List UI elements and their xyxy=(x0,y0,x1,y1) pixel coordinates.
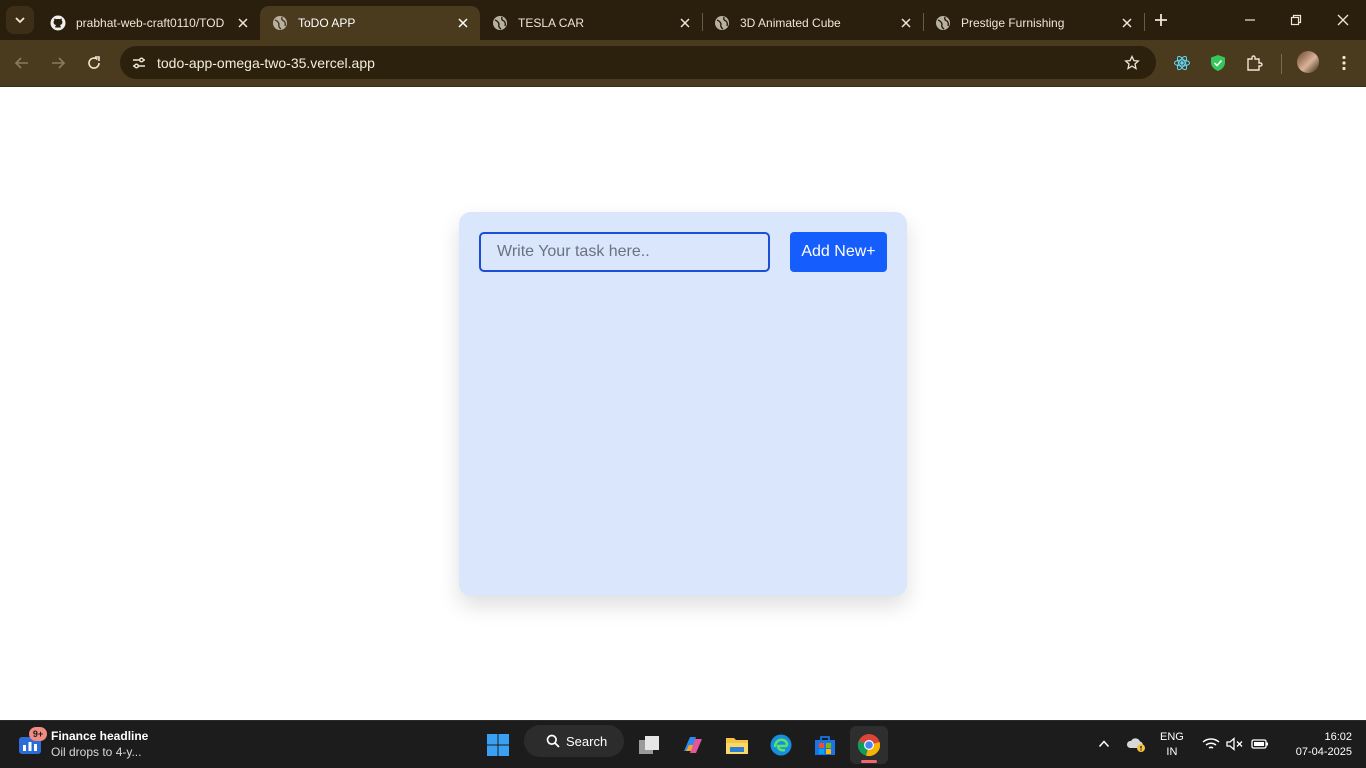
puzzle-icon xyxy=(1247,55,1263,71)
close-window-button[interactable] xyxy=(1331,8,1355,32)
start-button[interactable] xyxy=(479,726,517,764)
tab-tesla-car[interactable]: TESLA CAR xyxy=(480,6,702,40)
address-bar[interactable]: todo-app-omega-two-35.vercel.app xyxy=(120,46,1156,79)
close-icon[interactable] xyxy=(897,14,915,32)
task-input[interactable] xyxy=(479,232,770,272)
windows-logo-icon xyxy=(487,734,509,756)
tab-3d-animated-cube[interactable]: 3D Animated Cube xyxy=(702,6,923,40)
task-view-icon xyxy=(639,736,659,754)
microsoft-store-app[interactable] xyxy=(806,726,844,764)
profile-avatar[interactable] xyxy=(1297,51,1319,73)
react-devtools-extension[interactable] xyxy=(1171,52,1193,74)
tab-title: ToDO APP xyxy=(298,16,356,30)
clock-date: 07-04-2025 xyxy=(1295,746,1352,758)
reload-icon xyxy=(88,56,100,69)
new-tab-button[interactable] xyxy=(1150,9,1172,31)
edge-app[interactable] xyxy=(762,726,800,764)
react-icon xyxy=(1174,55,1190,71)
plus-icon xyxy=(1155,14,1167,26)
battery-status[interactable] xyxy=(1249,733,1271,755)
tab-prestige-furnishing[interactable]: Prestige Furnishing xyxy=(923,6,1144,40)
tab-title: TESLA CAR xyxy=(518,16,585,30)
url-text: todo-app-omega-two-35.vercel.app xyxy=(157,55,375,71)
folder-icon xyxy=(726,738,748,754)
clock-time: 16:02 xyxy=(1324,731,1352,743)
task-view-button[interactable] xyxy=(630,726,668,764)
close-icon[interactable] xyxy=(676,14,694,32)
news-subtitle[interactable]: Oil drops to 4-y... xyxy=(51,745,141,759)
reload-button[interactable] xyxy=(81,50,107,76)
copilot-icon xyxy=(684,737,702,753)
chevron-down-icon xyxy=(15,17,25,24)
github-icon xyxy=(50,15,66,31)
globe-icon xyxy=(935,15,951,31)
edge-icon xyxy=(770,734,792,756)
restore-icon xyxy=(1290,14,1302,26)
tab-search-button[interactable] xyxy=(6,6,34,34)
globe-icon xyxy=(272,15,288,31)
minimize-button[interactable] xyxy=(1238,8,1262,32)
chrome-app[interactable] xyxy=(850,726,888,764)
close-icon[interactable] xyxy=(1118,14,1136,32)
globe-icon xyxy=(714,15,730,31)
close-icon[interactable] xyxy=(234,14,252,32)
wifi-status[interactable] xyxy=(1200,733,1222,755)
language-code: ENG xyxy=(1160,731,1184,743)
arrow-right-icon xyxy=(52,57,66,69)
wifi-icon xyxy=(1202,738,1220,749)
back-button[interactable] xyxy=(9,50,35,76)
windows-taskbar: 9+ Finance headline Oil drops to 4-y... … xyxy=(0,720,1366,768)
system-clock[interactable]: 16:02 07-04-2025 xyxy=(1282,730,1352,760)
chevron-up-icon xyxy=(1098,740,1110,748)
battery-icon xyxy=(1251,739,1268,749)
region-code: IN xyxy=(1166,746,1178,758)
close-icon xyxy=(1337,14,1349,26)
chrome-icon xyxy=(857,734,881,757)
forward-button[interactable] xyxy=(45,50,71,76)
tab-separator xyxy=(1144,13,1145,31)
close-icon[interactable] xyxy=(454,14,472,32)
shield-extension[interactable] xyxy=(1207,52,1229,74)
toolbar-separator xyxy=(1281,54,1282,74)
input-language[interactable]: ENG IN xyxy=(1160,730,1184,760)
site-info-icon[interactable] xyxy=(127,51,151,75)
minimize-icon xyxy=(1245,19,1255,21)
globe-icon xyxy=(492,15,508,31)
news-headline[interactable]: Finance headline xyxy=(51,729,148,743)
tab-title: prabhat-web-craft0110/TOD xyxy=(76,16,225,30)
active-indicator xyxy=(861,760,877,763)
volume-muted-icon xyxy=(1226,737,1243,751)
tab-title: 3D Animated Cube xyxy=(740,16,841,30)
notification-badge: 9+ xyxy=(29,727,47,741)
copilot-app[interactable] xyxy=(674,726,712,764)
todo-card: Add New+ xyxy=(459,212,907,596)
browser-menu-button[interactable] xyxy=(1333,52,1355,74)
page-content: Add New+ xyxy=(0,87,1366,720)
volume-status[interactable] xyxy=(1224,733,1246,755)
tab-strip: prabhat-web-craft0110/TOD ToDO APP TESLA… xyxy=(0,0,1366,40)
restore-button[interactable] xyxy=(1284,8,1308,32)
taskbar-search[interactable]: Search xyxy=(524,725,624,757)
tab-github[interactable]: prabhat-web-craft0110/TOD xyxy=(38,6,260,40)
shield-icon xyxy=(1211,55,1225,71)
arrow-left-icon xyxy=(14,57,28,69)
tab-todo-app[interactable]: ToDO APP xyxy=(260,6,480,40)
bookmark-star-icon[interactable] xyxy=(1122,53,1142,73)
search-label: Search xyxy=(566,733,608,749)
tab-title: Prestige Furnishing xyxy=(961,16,1065,30)
file-explorer-app[interactable] xyxy=(718,726,756,764)
search-icon xyxy=(546,734,560,748)
extensions-button[interactable] xyxy=(1243,52,1265,74)
store-icon xyxy=(815,736,835,755)
more-vertical-icon xyxy=(1342,55,1346,71)
onedrive-status[interactable] xyxy=(1125,733,1147,755)
browser-toolbar: todo-app-omega-two-35.vercel.app xyxy=(0,40,1366,87)
cloud-warning-icon xyxy=(1126,738,1145,752)
show-hidden-icons-button[interactable] xyxy=(1093,733,1115,755)
add-new-button[interactable]: Add New+ xyxy=(790,232,887,272)
